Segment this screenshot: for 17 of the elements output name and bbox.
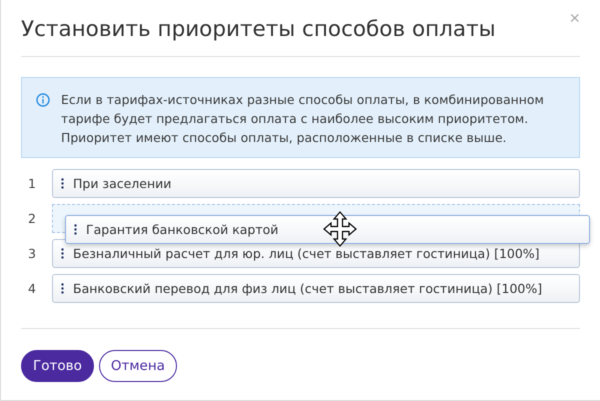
- info-icon: [36, 93, 50, 107]
- done-button[interactable]: Готово: [21, 350, 94, 382]
- drag-handle-icon[interactable]: [61, 283, 64, 294]
- drag-handle-icon[interactable]: [61, 178, 64, 189]
- info-text: Если в тарифах-источниках разные способы оплаты, в комбинированном тарифе будет предлагаться оплата с наиболее высоким приоритетом. Приоритет имеют способы оплаты, расположенные в списке выше.: [61, 91, 545, 147]
- row-number: 4: [27, 281, 37, 296]
- list-item[interactable]: Банковский перевод для физ лиц (счет выставляет гостиница) [100%]: [52, 274, 580, 303]
- move-cursor-icon: [323, 211, 357, 247]
- dialog-title: Установить приоритеты способов оплаты: [21, 16, 496, 44]
- row-number: 1: [27, 176, 37, 191]
- list-item[interactable]: При заселении: [52, 169, 580, 198]
- dragged-list-item[interactable]: Гарантия банковской картой: [65, 215, 590, 244]
- row-number: 3: [27, 246, 37, 261]
- row-number: 2: [27, 211, 37, 226]
- drag-handle-icon[interactable]: [61, 248, 64, 259]
- cancel-button[interactable]: Отмена: [98, 350, 177, 382]
- drag-handle-icon[interactable]: [74, 224, 77, 235]
